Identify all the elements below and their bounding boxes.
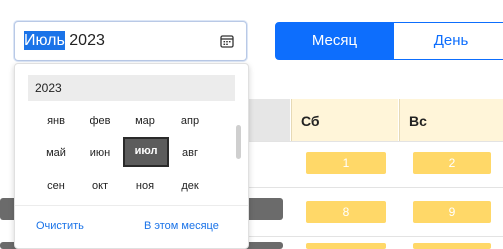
sunday-column-header: Вс <box>399 99 503 141</box>
picker-scrollbar[interactable] <box>236 125 241 159</box>
month-option[interactable]: апр <box>169 107 211 135</box>
day-cell-sunday[interactable]: 9 <box>413 201 491 223</box>
month-picker-input[interactable]: Июль 2023 <box>14 21 247 61</box>
month-option-selected[interactable]: июл <box>123 137 169 167</box>
selected-month-text: Июль <box>24 31 65 50</box>
month-option[interactable]: янв <box>35 107 77 135</box>
grid-row-divider <box>230 141 503 142</box>
month-option[interactable]: авг <box>169 139 211 167</box>
calendar-icon[interactable] <box>220 34 234 48</box>
day-cell-sunday[interactable]: 2 <box>413 152 491 174</box>
day-view-button[interactable]: День <box>394 22 503 60</box>
month-option[interactable]: мар <box>124 107 166 135</box>
grid-row-divider <box>230 187 503 188</box>
month-option[interactable]: июн <box>79 139 121 167</box>
picker-footer-divider <box>15 205 248 206</box>
month-option[interactable]: окт <box>79 172 121 200</box>
saturday-column-header: Сб <box>291 99 398 141</box>
day-cell-saturday[interactable]: 1 <box>306 152 386 174</box>
grid-row-divider <box>230 236 503 237</box>
selected-year-text: 2023 <box>69 32 105 49</box>
month-option[interactable]: ноя <box>124 172 166 200</box>
picker-year-header[interactable]: 2023 <box>28 75 235 101</box>
month-option[interactable]: сен <box>35 172 77 200</box>
month-picker-popup: 2023 янв фев мар апр май июн июл авг сен… <box>14 63 249 249</box>
this-month-button[interactable]: В этом месяце <box>144 220 219 232</box>
month-view-button[interactable]: Месяц <box>275 22 394 60</box>
view-toggle: Месяц День <box>275 22 503 60</box>
month-option[interactable]: фев <box>79 107 121 135</box>
day-cell-sunday[interactable] <box>413 243 491 249</box>
month-option[interactable]: дек <box>169 172 211 200</box>
day-cell-saturday[interactable] <box>306 243 386 249</box>
month-option[interactable]: май <box>35 139 77 167</box>
clear-button[interactable]: Очистить <box>36 220 84 232</box>
day-cell-saturday[interactable]: 8 <box>306 201 386 223</box>
